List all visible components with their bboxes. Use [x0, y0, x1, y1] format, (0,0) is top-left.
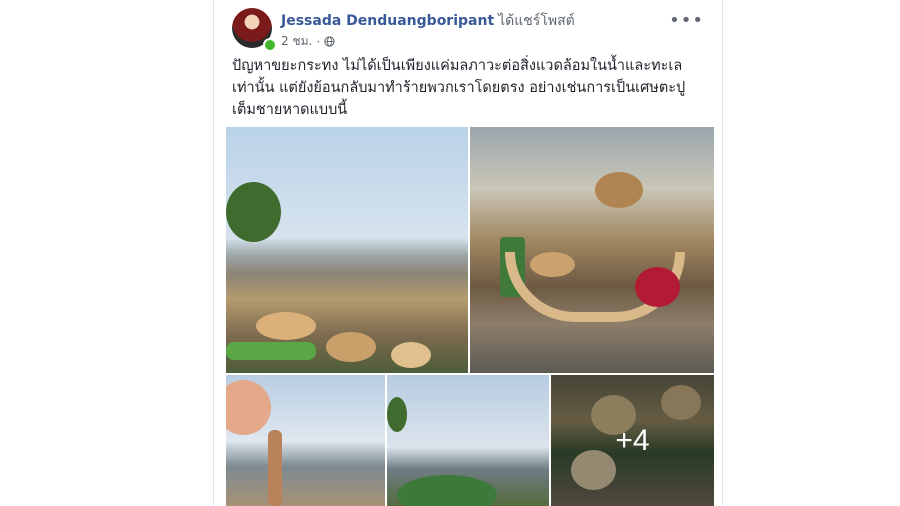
meta-separator: ·	[316, 34, 321, 49]
more-photos-count[interactable]: +4	[551, 424, 714, 458]
post-meta: 2 ชม. ·	[281, 32, 335, 51]
debris-shape	[256, 312, 316, 340]
share-action-text: ได้แชร์โพสต์	[498, 13, 575, 29]
debris-shape	[268, 430, 282, 506]
post-card: Jessada Denduangboripant ได้แชร์โพสต์ 2 ช…	[213, 0, 723, 506]
post-text-line: เท่านั้น แต่ยังย้อนกลับมาทำร้ายพวกเราโดย…	[232, 80, 686, 96]
debris-shape	[595, 172, 643, 208]
author-line: Jessada Denduangboripant ได้แชร์โพสต์	[281, 10, 575, 32]
debris-shape	[530, 252, 575, 277]
tree-shape	[226, 182, 281, 242]
tree-shape	[387, 397, 407, 432]
post-header: Jessada Denduangboripant ได้แชร์โพสต์ 2 ช…	[232, 8, 712, 52]
post-text: ปัญหาขยะกระทง ไม่ได้เป็นเพียงแค่มลภาวะต่…	[232, 55, 712, 121]
hand-shape	[226, 380, 271, 435]
more-options-icon[interactable]: •••	[669, 10, 704, 31]
leaf-shape	[397, 475, 497, 506]
flower-shape	[635, 267, 680, 307]
globe-icon	[324, 36, 335, 47]
post-time[interactable]: 2 ชม.	[281, 32, 312, 51]
post-text-line: ปัญหาขยะกระทง ไม่ได้เป็นเพียงแค่มลภาวะต่…	[232, 58, 683, 74]
debris-shape	[391, 342, 431, 368]
post-text-line: เต็มชายหาดแบบนี้	[232, 102, 348, 118]
debris-shape	[326, 332, 376, 362]
online-status-icon	[263, 38, 277, 52]
leaf-shape	[226, 342, 316, 360]
photo-beach-debris-1[interactable]	[226, 127, 468, 373]
photo-nail-in-hand[interactable]	[226, 375, 385, 506]
author-name[interactable]: Jessada Denduangboripant	[281, 13, 494, 29]
photo-beach-debris-3[interactable]	[387, 375, 549, 506]
photo-beach-debris-2[interactable]	[470, 127, 714, 373]
photo-more[interactable]: +4	[551, 375, 714, 506]
page: Jessada Denduangboripant ได้แชร์โพสต์ 2 ช…	[0, 0, 900, 506]
